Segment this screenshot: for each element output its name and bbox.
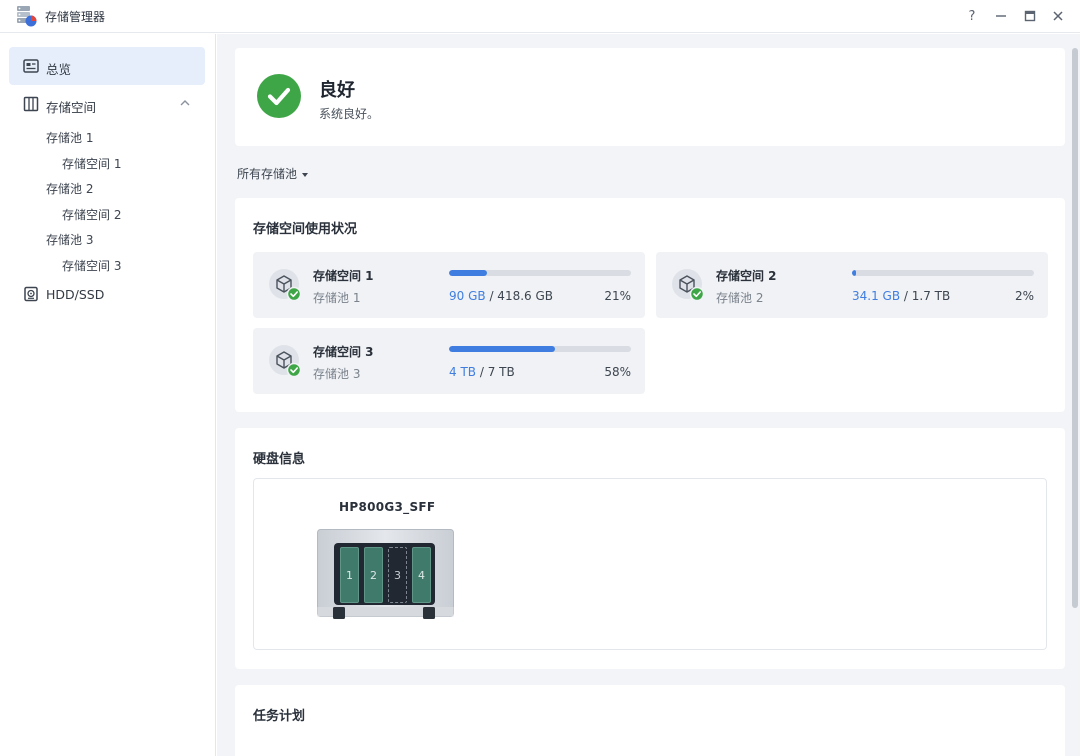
volume-used-value: 4 TB [449, 365, 477, 379]
drive-bay-label: 4 [418, 568, 425, 582]
main-content: 良好 系统良好。 所有存储池 存储空间使用状况 存储空间 1 存储池 1 90 … [217, 34, 1080, 756]
checkmark-icon [267, 87, 291, 106]
volume-usage-bar-fill [449, 346, 555, 352]
storage-usage-card: 存储空间使用状况 存储空间 1 存储池 1 90 GB / 418.6 GB 2… [235, 198, 1065, 412]
volume-name: 存储空间 1 [313, 269, 374, 283]
sidebar-item-hdd-ssd[interactable]: HDD/SSD [9, 275, 205, 313]
volume-pool-name: 存储池 1 [313, 291, 361, 305]
volume-usage-bar-fill [449, 270, 488, 276]
volume-usage-percent: 58% [604, 365, 631, 379]
volume-cube-icon [269, 269, 301, 301]
volume-usage-bar-fill [852, 270, 856, 276]
volume-total-size: / 1.7 TB [903, 289, 951, 303]
volume-usage-bar [449, 346, 631, 352]
sidebar-item-volume-3[interactable]: 存储空间 3 [62, 257, 121, 274]
volume-name: 存储空间 2 [716, 269, 777, 283]
window-title: 存储管理器 [45, 10, 106, 24]
storage-pool-filter-dropdown[interactable]: 所有存储池 [237, 165, 309, 182]
device-name: HP800G3_SFF [339, 500, 436, 514]
volume-name: 存储空间 3 [313, 345, 374, 359]
sidebar: 总览 存储空间 存储池 1 存储空间 1 存储池 2 存储空间 2 存储池 3 … [0, 34, 216, 756]
maximize-button[interactable] [1020, 6, 1040, 26]
sidebar-item-overview[interactable]: 总览 [9, 47, 205, 85]
sidebar-item-hdd-ssd-label: HDD/SSD [46, 287, 105, 302]
sidebar-item-volume-1[interactable]: 存储空间 1 [62, 155, 121, 172]
volume-card[interactable]: 存储空间 1 存储池 1 90 GB / 418.6 GB 21% [253, 252, 645, 318]
sidebar-item-pool-2[interactable]: 存储池 2 [46, 180, 93, 197]
volume-card[interactable]: 存储空间 3 存储池 3 4 TB / 7 TB 58% [253, 328, 645, 394]
health-status-description: 系统良好。 [319, 107, 380, 121]
volume-used-size: 34.1 GB / 1.7 TB [852, 289, 950, 303]
volume-cube-icon [672, 269, 704, 301]
scheduled-tasks-card: 任务计划 [235, 685, 1065, 756]
storage-usage-title: 存储空间使用状况 [253, 222, 358, 237]
disk-info-title: 硬盘信息 [253, 452, 306, 467]
minimize-button[interactable] [991, 6, 1011, 26]
chevron-up-icon[interactable] [179, 97, 191, 109]
volume-usage-bar [449, 270, 631, 276]
close-button[interactable] [1048, 6, 1068, 26]
caret-down-icon [302, 172, 309, 177]
disk-info-card: 硬盘信息 HP800G3_SFF 1 2 3 4 [235, 428, 1065, 669]
volume-card[interactable]: 存储空间 2 存储池 2 34.1 GB / 1.7 TB 2% [656, 252, 1048, 318]
main-scrollbar[interactable] [1072, 48, 1078, 608]
sidebar-item-storage[interactable]: 存储空间 [9, 85, 205, 123]
drive-bay-label: 1 [346, 568, 353, 582]
sidebar-item-overview-label: 总览 [46, 62, 72, 77]
drive-bay-slot-empty[interactable]: 3 [388, 547, 407, 603]
maximize-icon [1024, 10, 1036, 22]
title-bar: 存储管理器 ? [0, 0, 1080, 33]
health-status-title: 良好 [319, 80, 355, 101]
storage-manager-app-icon [17, 6, 37, 27]
health-status-card: 良好 系统良好。 [235, 48, 1065, 146]
volume-total-size: / 418.6 GB [489, 289, 554, 303]
device-panel: HP800G3_SFF 1 2 3 4 [253, 478, 1047, 650]
volume-used-size: 90 GB / 418.6 GB [449, 289, 553, 303]
storage-icon [23, 96, 39, 112]
sidebar-item-volume-2[interactable]: 存储空间 2 [62, 206, 121, 223]
overview-icon [23, 59, 39, 73]
volume-cube-icon [269, 345, 301, 377]
volume-used-value: 34.1 GB [852, 289, 901, 303]
scheduled-tasks-title: 任务计划 [253, 709, 306, 724]
drive-bay-slot[interactable]: 4 [412, 547, 431, 603]
hard-disk-icon [24, 286, 38, 302]
sidebar-item-storage-label: 存储空间 [46, 100, 97, 115]
drive-bay-label: 3 [394, 568, 401, 582]
volume-total-size: / 7 TB [479, 365, 515, 379]
storage-pool-filter-label: 所有存储池 [237, 167, 298, 181]
volume-usage-bar [852, 270, 1034, 276]
help-icon: ? [968, 8, 976, 24]
drive-bay-label: 2 [370, 568, 377, 582]
volume-usage-percent: 21% [604, 289, 631, 303]
volume-usage-percent: 2% [1014, 289, 1034, 303]
drive-bay-slot[interactable]: 1 [340, 547, 359, 603]
volume-pool-name: 存储池 2 [716, 291, 764, 305]
volume-used-size: 4 TB / 7 TB [449, 365, 515, 379]
drive-bay-slot[interactable]: 2 [364, 547, 383, 603]
volume-pool-name: 存储池 3 [313, 367, 361, 381]
close-icon [1053, 11, 1063, 21]
volume-used-value: 90 GB [449, 289, 486, 303]
drive-bays: 1 2 3 4 [340, 547, 434, 605]
help-button[interactable]: ? [962, 6, 982, 26]
sidebar-item-pool-3[interactable]: 存储池 3 [46, 231, 93, 248]
minimize-icon [996, 15, 1006, 17]
healthy-status-icon [257, 74, 301, 118]
sidebar-item-pool-1[interactable]: 存储池 1 [46, 129, 93, 146]
